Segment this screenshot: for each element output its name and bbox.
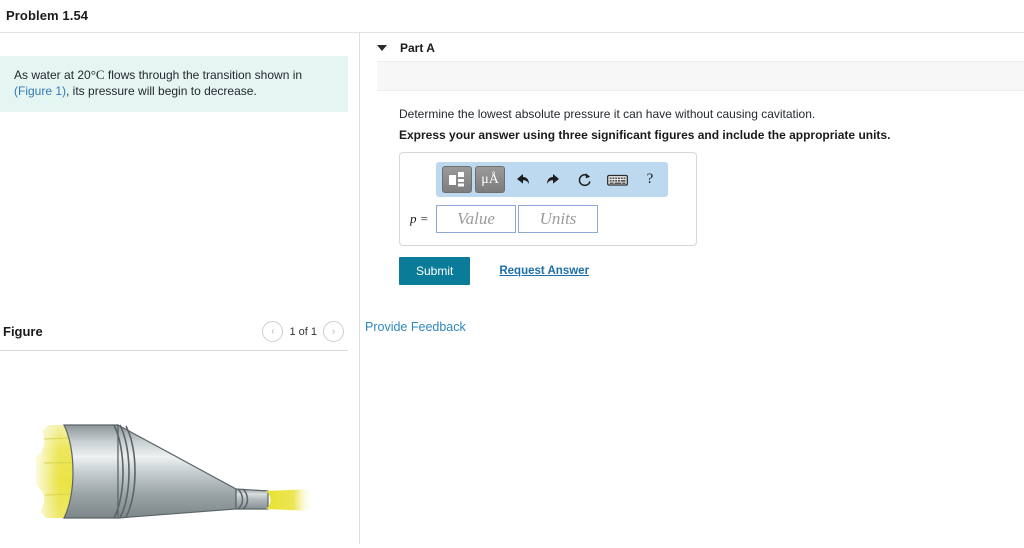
part-a-header[interactable] [377,61,1024,91]
figure-1-link[interactable]: (Figure 1) [14,84,66,98]
value-input[interactable] [436,205,516,233]
figure-title: Figure [3,324,43,339]
help-icon[interactable]: ? [636,166,664,193]
figure-image-pipe-transition [0,363,348,543]
part-a-title: Part A [400,41,435,55]
statement-text-part1: As water at 20 [14,68,91,82]
figure-header: Figure ‹ 1 of 1 › [0,318,348,351]
answer-input-row: p = [410,205,598,233]
statement-text-part2: flows through the transition shown in [104,68,303,82]
request-answer-link[interactable]: Request Answer [499,265,589,277]
math-template-icon[interactable] [442,166,472,193]
main-layout: As water at 20°C flows through the trans… [0,33,1024,544]
statement-text-part3: , its pressure will begin to decrease. [66,84,257,98]
math-toolbar: μÅ ? [436,162,668,197]
reset-icon[interactable] [570,166,598,193]
page-title: Problem 1.54 [6,8,89,23]
answer-instruction: Express your answer using three signific… [399,128,891,142]
units-input[interactable] [518,205,598,233]
action-row: Submit Request Answer [399,257,589,285]
outlet-fluid [266,489,312,511]
variable-label: p = [410,211,429,226]
help-glyph: ? [646,171,654,187]
redo-icon[interactable] [539,166,567,193]
units-icon[interactable]: μÅ [475,166,505,193]
figure-prev-button[interactable]: ‹ [262,321,284,342]
submit-button[interactable]: Submit [399,257,471,285]
provide-feedback-link[interactable]: Provide Feedback [365,320,466,334]
keyboard-icon[interactable] [601,166,633,193]
question-prompt: Determine the lowest absolute pressure i… [399,107,816,121]
units-glyph: μÅ [481,171,499,187]
triangle-down-icon[interactable] [377,45,387,51]
figure-navigation: ‹ 1 of 1 › [262,321,344,342]
celsius-symbol: C [95,67,105,82]
answer-entry-panel: μÅ ? p = Value Units [399,152,697,246]
figure-next-button[interactable]: › [323,321,344,342]
problem-statement: As water at 20°C flows through the trans… [0,56,348,112]
figure-counter: 1 of 1 [289,325,317,338]
undo-icon[interactable] [508,166,536,193]
right-panel: Part A Determine the lowest absolute pre… [360,33,1024,544]
left-panel: As water at 20°C flows through the trans… [0,33,360,544]
